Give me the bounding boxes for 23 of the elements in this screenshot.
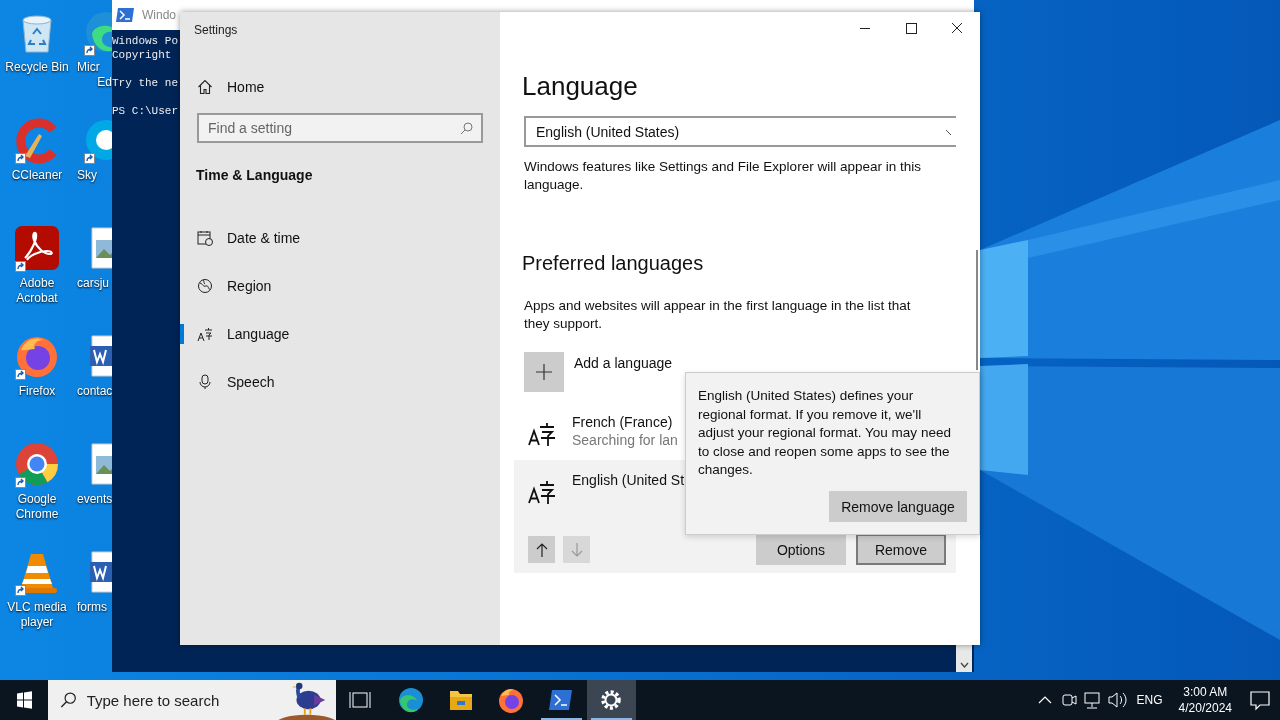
language-name: English (United St: [572, 472, 685, 488]
console-text: Copyright: [112, 48, 172, 62]
page-title: Language: [522, 70, 639, 102]
description: Apps and websites will appear in the first language in the list that they support.: [524, 297, 912, 333]
window-title: Settings: [194, 23, 239, 37]
console-text: PS C:\User: [112, 104, 178, 118]
dropdown-value: English (United States): [536, 123, 680, 140]
nav-label: Region: [227, 278, 272, 294]
clock-date: 4/20/2024: [1178, 700, 1232, 716]
section-heading: Preferred languages: [522, 252, 705, 275]
console-text: Windows Po: [112, 34, 178, 48]
home-label: Home: [227, 79, 265, 95]
clock-time: 3:00 AM: [1183, 684, 1228, 700]
nav-label: Speech: [227, 374, 275, 390]
language-status: Searching for lan: [572, 432, 678, 448]
description: Windows features like Settings and File Explorer will appear in this language.: [524, 158, 922, 194]
flyout-message: English (United States) defines your regional format. If you remove it, we'll adjust your regional format. You may need to close and reopen some apps to see the changes.: [698, 387, 952, 479]
language-name: French (France): [572, 414, 674, 430]
console-text: Try the ne: [112, 76, 178, 90]
section-heading: Time & Language: [196, 167, 314, 183]
nav-label: Language: [227, 326, 290, 342]
nav-label: Date & time: [227, 230, 301, 246]
window-title: Windo: [142, 8, 176, 22]
